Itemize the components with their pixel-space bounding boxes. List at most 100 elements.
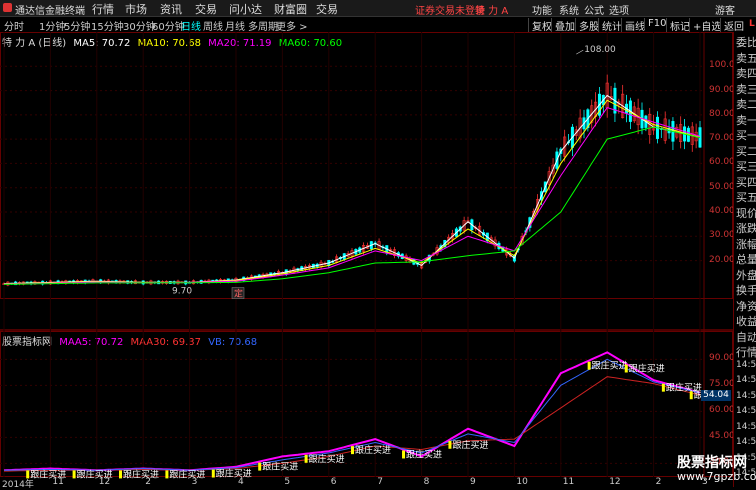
menu-system[interactable]: 系统 (559, 2, 579, 17)
right-panel-item[interactable]: 行情 (736, 344, 756, 360)
x-axis-label: 5 (284, 477, 291, 487)
right-panel-item[interactable]: 现价 (736, 205, 756, 221)
signal-marker (258, 462, 262, 471)
chart-svg[interactable]: 108.009.70 定跟庄买进 跟庄买进 跟庄买进 跟庄买进 跟庄买进跟庄买进跟庄买进跟… (0, 32, 733, 487)
menu-ask[interactable]: 问小达 (229, 1, 262, 17)
right-panel-item[interactable]: 收益 (736, 313, 756, 329)
signal-label: 跟庄买进 (406, 448, 442, 460)
tab-multi-period[interactable]: 多周期 (248, 18, 278, 33)
right-panel-item[interactable]: 买一 (736, 127, 756, 143)
menu-market[interactable]: 市场 (125, 1, 147, 17)
right-quote-panel[interactable]: 委比 卖五 卖四 卖三 卖二 卖一 买一 买二 买三 买四 买五 现价 涨跌 涨幅 总量 外盘 换手 净资 收益 自动… (733, 32, 756, 487)
multi-stock-button[interactable]: 多股 (575, 18, 599, 33)
right-panel-item[interactable]: 卖五 (736, 50, 756, 66)
right-panel-item[interactable]: 买五 (736, 189, 756, 205)
right-panel-item[interactable]: 14:50 (736, 391, 756, 401)
x-axis-label: 2 (145, 477, 151, 487)
signal-label: 跟庄买进 (123, 468, 159, 480)
right-panel-item[interactable]: 委比 (736, 34, 756, 50)
right-panel-item[interactable]: 买三 (736, 158, 756, 174)
signal-marker (402, 450, 406, 459)
menu-function[interactable]: 功能 (532, 2, 552, 17)
right-panel-item[interactable]: 14:50 (736, 375, 756, 385)
right-panel-item[interactable]: 14:50 (736, 360, 756, 370)
x-axis-label: 12 (609, 477, 621, 487)
right-panel-item[interactable]: 14:50 (736, 406, 756, 416)
menu-quotes[interactable]: 行情 (92, 1, 114, 17)
tab-5min[interactable]: 5分钟 (64, 18, 90, 33)
signal-label: 跟庄买进 (452, 439, 488, 451)
signal-marker (448, 440, 452, 449)
peak-price-label: 108.00 (584, 45, 616, 55)
right-panel-item[interactable]: 涨幅 (736, 236, 756, 252)
main-chart-frame (0, 32, 733, 299)
tab-monthly[interactable]: 月线 (225, 18, 245, 33)
tab-60min[interactable]: 60分钟 (152, 18, 185, 33)
tab-more[interactable]: 更多 > (276, 18, 308, 33)
x-axis-label: 2 (655, 477, 662, 487)
menu-options[interactable]: 选项 (609, 2, 629, 17)
x-axis-label: 10 (516, 477, 528, 487)
signal-label: 跟庄买进 (355, 444, 391, 456)
sub-price-label: 75.00 (709, 379, 735, 390)
price-label: 80.00 (709, 108, 735, 119)
menu-trade[interactable]: 交易 (195, 1, 217, 17)
x-axis-label: 2014年 (2, 480, 34, 490)
right-panel-item[interactable]: 14:50 (736, 437, 756, 447)
signal-marker (72, 470, 76, 479)
right-panel-item[interactable]: 涨跌 (736, 220, 756, 236)
back-button[interactable]: 返回 (720, 18, 744, 33)
guest-label[interactable]: 游客 (715, 2, 735, 17)
draw-line-button[interactable]: 画线 (621, 18, 645, 33)
price-label: 60.00 (709, 157, 735, 168)
sub-price-label: 45.00 (709, 431, 735, 442)
right-panel-item[interactable]: 净资 (736, 298, 756, 314)
tab-weekly[interactable]: 周线 (203, 18, 223, 33)
right-panel-item[interactable]: 卖四 (736, 65, 756, 81)
right-panel-item[interactable]: 卖二 (736, 96, 756, 112)
menu-trade2[interactable]: 交易 (316, 1, 338, 17)
tab-daily[interactable]: 日线 (181, 18, 201, 33)
watermark-text: 股票指标网 (677, 455, 747, 471)
sub-price-label: 60.00 (709, 405, 735, 416)
signal-marker (587, 361, 591, 370)
tab-intraday[interactable]: 分时 (4, 18, 24, 33)
add-watchlist-button[interactable]: +自选 (689, 18, 721, 33)
x-axis-label: 8 (423, 477, 430, 487)
statistics-button[interactable]: 统计 (598, 18, 622, 33)
right-panel-item[interactable]: 换手 (736, 282, 756, 298)
app-logo-icon (3, 3, 12, 12)
x-axis-label: 11 (562, 477, 575, 487)
menu-news[interactable]: 资讯 (160, 1, 182, 17)
f10-button[interactable]: F10 (644, 18, 666, 29)
right-panel-item[interactable]: 14:50 (736, 422, 756, 432)
menu-formula[interactable]: 公式 (584, 2, 604, 17)
right-panel-item[interactable]: 卖一 (736, 112, 756, 128)
right-panel-item[interactable]: 买二 (736, 143, 756, 159)
tab-30min[interactable]: 30分钟 (123, 18, 156, 33)
signal-label: 跟庄买进 (592, 360, 628, 372)
maa30-line (4, 376, 701, 472)
price-label: 50.00 (709, 181, 735, 192)
peak-marker (576, 49, 584, 55)
restore-rights-button[interactable]: 复权 (528, 18, 552, 33)
signal-marker (304, 454, 308, 463)
right-panel-item[interactable]: 总量 (736, 251, 756, 267)
signal-marker (211, 469, 215, 478)
signal-label: 跟庄买进 (216, 468, 252, 480)
right-panel-item[interactable]: 买四 (736, 174, 756, 190)
right-panel-item[interactable]: 外盘 (736, 267, 756, 283)
overlay-button[interactable]: 叠加 (551, 18, 575, 33)
tab-15min[interactable]: 15分钟 (91, 18, 124, 33)
x-axis-label: 7 (377, 477, 383, 487)
price-label: 20.00 (709, 254, 735, 265)
menu-wealth[interactable]: 财富圈 (274, 1, 307, 17)
right-panel-item[interactable]: 自动 (736, 329, 756, 345)
tab-1min[interactable]: 1分钟 (39, 18, 65, 33)
x-axis-label: 3 (191, 477, 198, 487)
right-panel-item[interactable]: 卖三 (736, 81, 756, 97)
mark-button[interactable]: 标记 (666, 18, 690, 33)
signal-label: 跟庄买进 (262, 461, 298, 473)
price-label: 40.00 (709, 206, 735, 216)
price-label: 90.00 (709, 84, 735, 95)
